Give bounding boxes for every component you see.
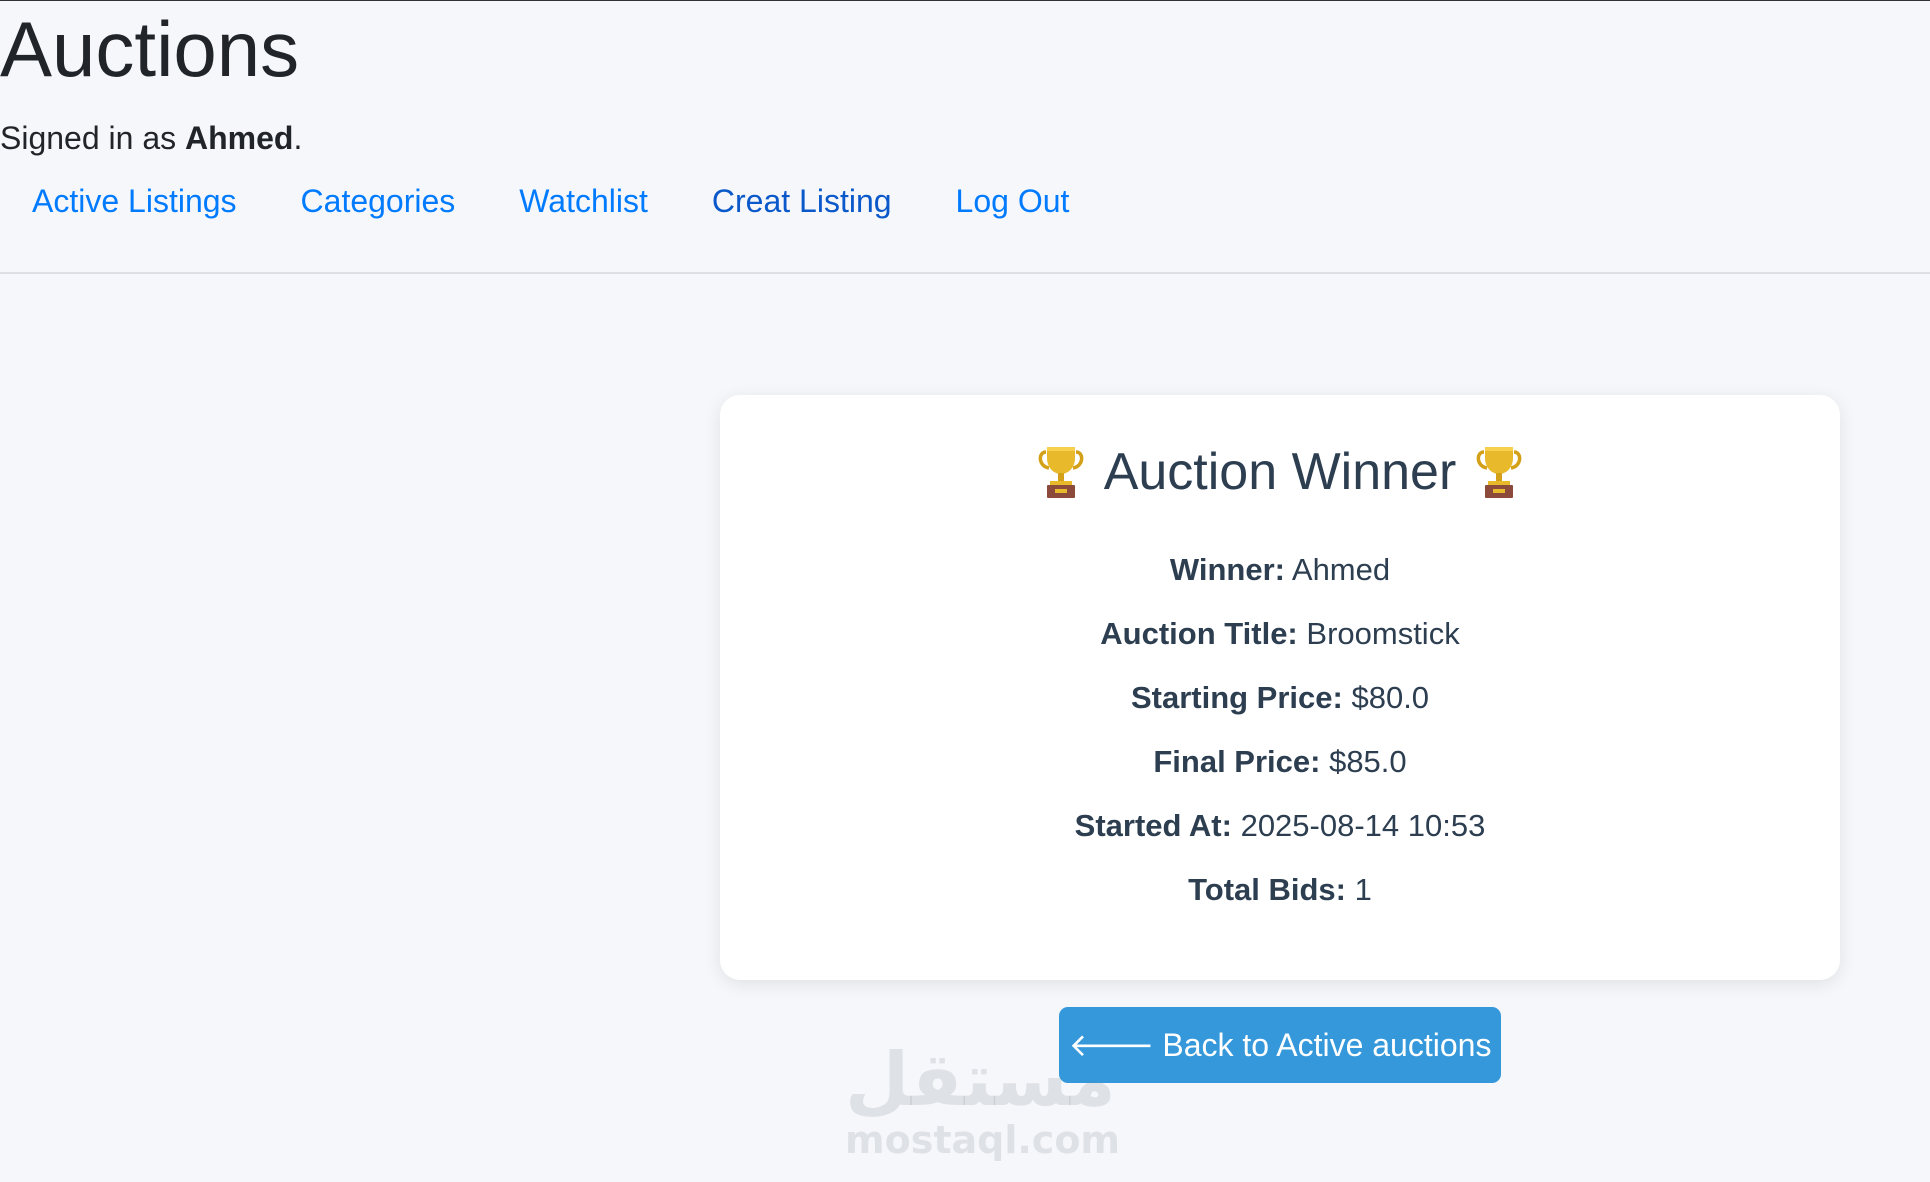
- page-title: Auctions: [0, 5, 300, 93]
- back-button-label: Back to Active auctions: [1162, 1027, 1492, 1063]
- detail-label: Auction Title:: [1100, 616, 1298, 651]
- signed-in-status: Signed in as Ahmed.: [0, 118, 302, 158]
- nav-divider: [0, 272, 1930, 274]
- detail-label: Started At:: [1074, 808, 1232, 843]
- detail-starting-price: Starting Price: $80.0: [720, 666, 1840, 730]
- watermark-logo: مستقل mostaql.com: [845, 1037, 1121, 1162]
- watermark-arabic: مستقل: [845, 1037, 1116, 1123]
- watermark-latin: mostaql.com: [845, 1118, 1121, 1162]
- trophy-icon: [1038, 447, 1084, 498]
- nav-link-watchlist[interactable]: Watchlist: [487, 176, 680, 226]
- top-border: [0, 0, 1930, 1]
- detail-label: Starting Price:: [1130, 680, 1343, 715]
- detail-value: 1: [1354, 872, 1372, 907]
- arrow-left-icon: 🡐: [1068, 1027, 1155, 1063]
- nav-link-log-out[interactable]: Log Out: [924, 176, 1102, 226]
- detail-started-at: Started At: 2025-08-14 10:53: [720, 794, 1840, 858]
- detail-final-price: Final Price: $85.0: [720, 730, 1840, 794]
- detail-value: Broomstick: [1306, 616, 1460, 651]
- signed-in-suffix: .: [293, 120, 303, 156]
- detail-value: 2025-08-14 10:53: [1240, 808, 1486, 843]
- signed-in-prefix: Signed in as: [0, 120, 186, 156]
- back-to-active-auctions-button[interactable]: 🡐 Back to Active auctions: [1059, 1007, 1501, 1083]
- signed-in-username: Ahmed: [185, 120, 294, 156]
- detail-auction-title: Auction Title: Broomstick: [720, 602, 1840, 666]
- nav-link-categories[interactable]: Categories: [269, 176, 488, 226]
- main-nav: Active Listings Categories Watchlist Cre…: [0, 176, 1101, 226]
- nav-link-active-listings[interactable]: Active Listings: [0, 176, 269, 226]
- detail-winner: Winner: Ahmed: [720, 538, 1840, 602]
- trophy-icon: [1476, 447, 1522, 498]
- detail-value: $85.0: [1329, 744, 1407, 779]
- detail-label: Final Price:: [1153, 744, 1321, 779]
- detail-total-bids: Total Bids: 1: [720, 858, 1840, 922]
- detail-label: Total Bids:: [1188, 872, 1346, 907]
- detail-label: Winner:: [1169, 552, 1285, 587]
- card-heading: Auction Winner: [720, 395, 1840, 505]
- auction-winner-card: Auction Winner Winner: Ahmed Auction Tit…: [720, 395, 1840, 980]
- nav-link-create-listing[interactable]: Creat Listing: [680, 176, 924, 226]
- auction-details: Winner: Ahmed Auction Title: Broomstick …: [720, 538, 1840, 922]
- detail-value: Ahmed: [1291, 552, 1391, 587]
- detail-value: $80.0: [1351, 680, 1430, 715]
- card-heading-text: Auction Winner: [1103, 443, 1457, 501]
